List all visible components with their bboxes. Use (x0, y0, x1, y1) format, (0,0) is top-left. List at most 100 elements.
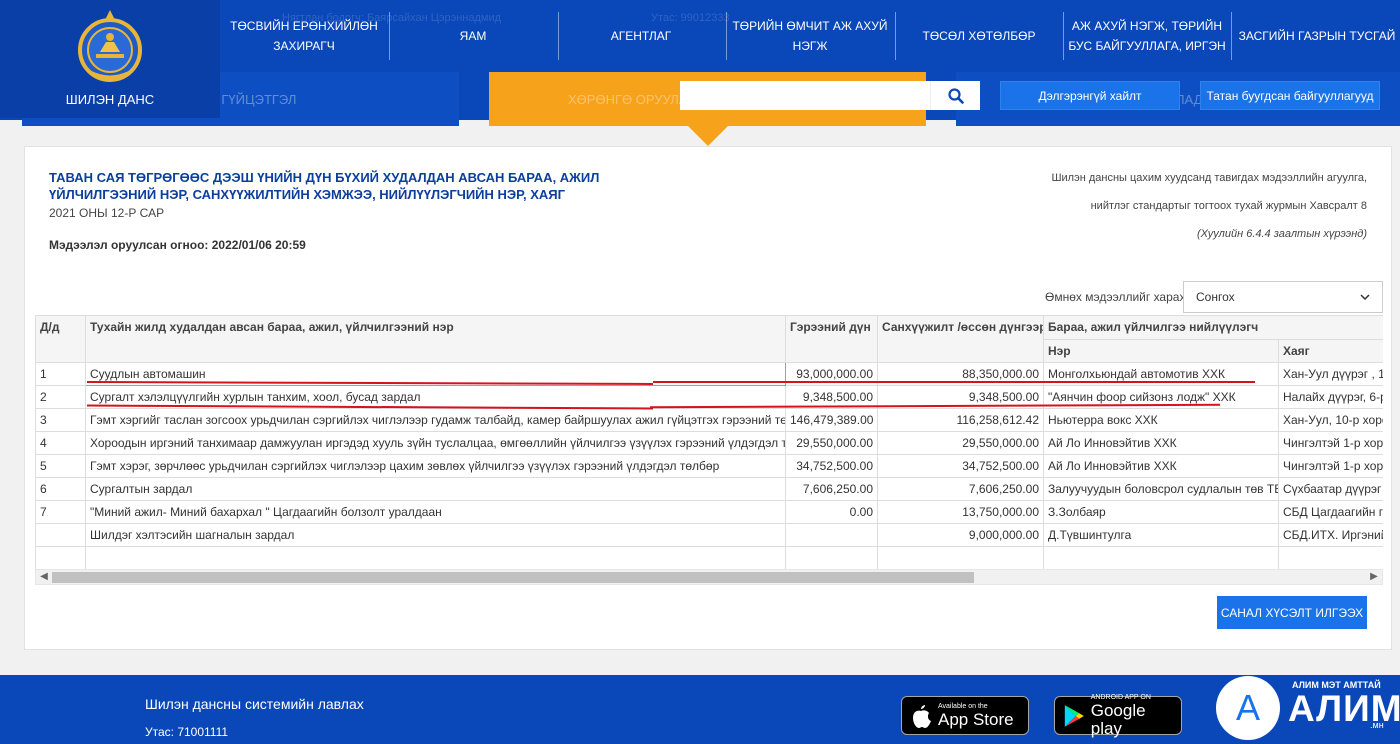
advanced-search-button[interactable]: Дэлгэрэнгүй хайлт (1000, 81, 1180, 110)
cell-item-name: "Миний ажил- Миний бахархал " Цагдаагийн… (85, 500, 786, 524)
footer-phone: Утас: 71001111 (145, 725, 229, 739)
table-row: 3 Гэмт хэргийг таслан зогсоох урьдчилан … (35, 408, 1383, 432)
site-footer: Шилэн дансны системийн лавлах Утас: 7100… (0, 675, 1400, 744)
col-header-financing: Санхүүжилт /өссөн дүнгээр/ (877, 315, 1044, 363)
cell-supplier-address: Хан-Уул, 10-р хороо (1278, 408, 1383, 432)
cell-financing: 116,258,612.42 (877, 408, 1044, 432)
cell-financing: 34,752,500.00 (877, 454, 1044, 478)
regulation-note-line: (Хуулийн 6.4.4 заалтын хүрээнд) (1197, 228, 1367, 240)
alim-domain: .мн (1370, 720, 1384, 730)
annotation-underline (653, 381, 1255, 383)
cell-supplier-address: Налайх дүүрэг, 6-р (1278, 385, 1383, 409)
withdrawn-orgs-button[interactable]: Татан буугдсан байгууллагууд (1200, 81, 1380, 110)
cell-contract-amount: 146,479,389.00 (785, 408, 878, 432)
mongolia-emblem-icon (78, 10, 142, 82)
table-row: 6 Сургалтын зардал 7,606,250.00 7,606,25… (35, 477, 1383, 501)
cell-item-name: Сургалтын зардал (85, 477, 786, 501)
cell-item-name (85, 546, 786, 569)
procurement-table-container: Д/д Тухайн жилд худалдан авсан бараа, аж… (35, 315, 1383, 569)
table-horizontal-scrollbar[interactable]: ◀ ▶ (35, 569, 1383, 585)
nav-project-program[interactable]: Төсөл хөтөлбөр (898, 10, 1060, 62)
cell-financing: 9,000,000.00 (877, 523, 1044, 547)
report-entered-date: Мэдээлэл оруулсан огноо: 2022/01/06 20:5… (49, 238, 306, 252)
cell-financing: 7,606,250.00 (877, 477, 1044, 501)
cell-supplier-address: Хан-Уул дүүрэг , 15 (1278, 362, 1383, 386)
previous-info-select[interactable]: Сонгох (1183, 281, 1383, 313)
apple-icon (913, 704, 931, 728)
cell-contract-amount (785, 523, 878, 547)
nav-divider (558, 12, 559, 60)
nav-ministry[interactable]: Яам (392, 10, 554, 62)
cell-supplier-name (1043, 546, 1279, 569)
nav-business-ngo-citizen[interactable]: Аж ахуй нэгж, төрийн бус байгууллага, ир… (1066, 10, 1228, 62)
cell-no: 3 (35, 408, 86, 432)
table-row (35, 546, 1383, 569)
nav-government-special[interactable]: Засгийн газрын тусгай (1234, 10, 1400, 62)
regulation-note-line: Шилэн дансны цахим хуудсанд тавигдах мэд… (1051, 172, 1367, 184)
scroll-left-icon[interactable]: ◀ (36, 570, 52, 584)
col-header-supplier-address: Хаяг (1278, 339, 1383, 363)
search-icon (947, 87, 964, 104)
cell-no: 6 (35, 477, 86, 501)
cell-financing (877, 546, 1044, 569)
cell-no: 5 (35, 454, 86, 478)
send-feedback-button[interactable]: Санал хүсэлт илгээх (1217, 596, 1367, 629)
cell-contract-amount (785, 546, 878, 569)
cell-item-name: Гэмт хэргийг таслан зогсоох урьдчилан сэ… (85, 408, 786, 432)
scroll-right-icon[interactable]: ▶ (1366, 570, 1382, 584)
search-input[interactable] (680, 81, 930, 110)
cell-contract-amount: 0.00 (785, 500, 878, 524)
regulation-note: Шилэн дансны цахим хуудсанд тавигдах мэд… (1027, 164, 1367, 248)
col-header-contract-amount: Гэрээний дүн (785, 315, 878, 363)
active-tab-arrow (688, 126, 728, 146)
report-card: Таван сая төгрөгөөс дээш үнийн дүн бүхий… (24, 146, 1392, 650)
previous-info-select-value: Сонгох (1196, 290, 1235, 304)
nav-budget-governor[interactable]: Төсвийн ерөнхийлөн захирагч (222, 10, 386, 62)
cell-supplier-address: Сүхбаатар дүүрэг 8 (1278, 477, 1383, 501)
cell-supplier-name: Ай Ло Инновэйтив ХХК (1043, 431, 1279, 455)
scrollbar-thumb[interactable] (52, 572, 974, 583)
cell-supplier-name: Ньютерра вокс ХХК (1043, 408, 1279, 432)
cell-supplier-address: Чингэлтэй 1-р хороо (1278, 431, 1383, 455)
cell-no: 2 (35, 385, 86, 409)
cell-financing: 29,550,000.00 (877, 431, 1044, 455)
cell-supplier-name: Ай Ло Инновэйтив ХХК (1043, 454, 1279, 478)
procurement-table: Д/д Тухайн жилд худалдан авсан бараа, аж… (35, 315, 1383, 569)
nav-state-owned-enterprise[interactable]: Төрийн өмчит аж ахуй нэгж (729, 10, 891, 62)
google-play-icon (1064, 704, 1084, 727)
logo-text: ШИЛЭН ДАНС (65, 92, 155, 107)
footer-title: Шилэн дансны системийн лавлах (145, 696, 364, 712)
cell-no: 7 (35, 500, 86, 524)
nav-agency[interactable]: Агентлаг (561, 10, 721, 62)
cell-supplier-name: Д.Түвшинтулга (1043, 523, 1279, 547)
cell-no (35, 546, 86, 569)
alim-logo-letter: A (1235, 687, 1260, 728)
cell-item-name: Шилдэг хэлтэсийн шагналын зардал (85, 523, 786, 547)
regulation-note-line: нийтлэг стандартыг тогтоох тухай журмын … (1090, 200, 1367, 212)
col-header-no: Д/д (35, 315, 86, 363)
table-row: Шилдэг хэлтэсийн шагналын зардал 9,000,0… (35, 523, 1383, 547)
col-header-supplier-name: Нэр (1043, 339, 1279, 363)
cell-supplier-name: З.Золбаяр (1043, 500, 1279, 524)
cell-item-name: Гэмт хэрэг, зөрчлөөс урьдчилан сэргийлэх… (85, 454, 786, 478)
cell-no: 1 (35, 362, 86, 386)
search-button[interactable] (930, 81, 980, 110)
google-play-badge[interactable]: ANDROID APP ON Google play (1054, 694, 1182, 737)
cell-supplier-address (1278, 546, 1383, 569)
col-header-supplier: Бараа, ажил үйлчилгээ нийлүүлэгч (1043, 315, 1383, 340)
site-logo[interactable]: ШИЛЭН ДАНС (0, 0, 220, 118)
app-store-badge[interactable]: Available on the App Store (901, 696, 1029, 735)
cell-no (35, 523, 86, 547)
cell-contract-amount: 34,752,500.00 (785, 454, 878, 478)
cell-supplier-address: Чингэлтэй 1-р хороо (1278, 454, 1383, 478)
search-box (680, 81, 980, 110)
table-row: 7 "Миний ажил- Миний бахархал " Цагдааги… (35, 500, 1383, 524)
subtab-investment-label: ХӨРӨНГӨ ОРУУЛАЛ (568, 92, 697, 107)
cell-supplier-address: СБД.ИТХ. Иргэний с (1278, 523, 1383, 547)
cell-no: 4 (35, 431, 86, 455)
nav-divider (1063, 12, 1064, 60)
nav-divider (726, 12, 727, 60)
nav-divider (389, 12, 390, 60)
nav-divider (895, 12, 896, 60)
table-row: 5 Гэмт хэрэг, зөрчлөөс урьдчилан сэргийл… (35, 454, 1383, 478)
